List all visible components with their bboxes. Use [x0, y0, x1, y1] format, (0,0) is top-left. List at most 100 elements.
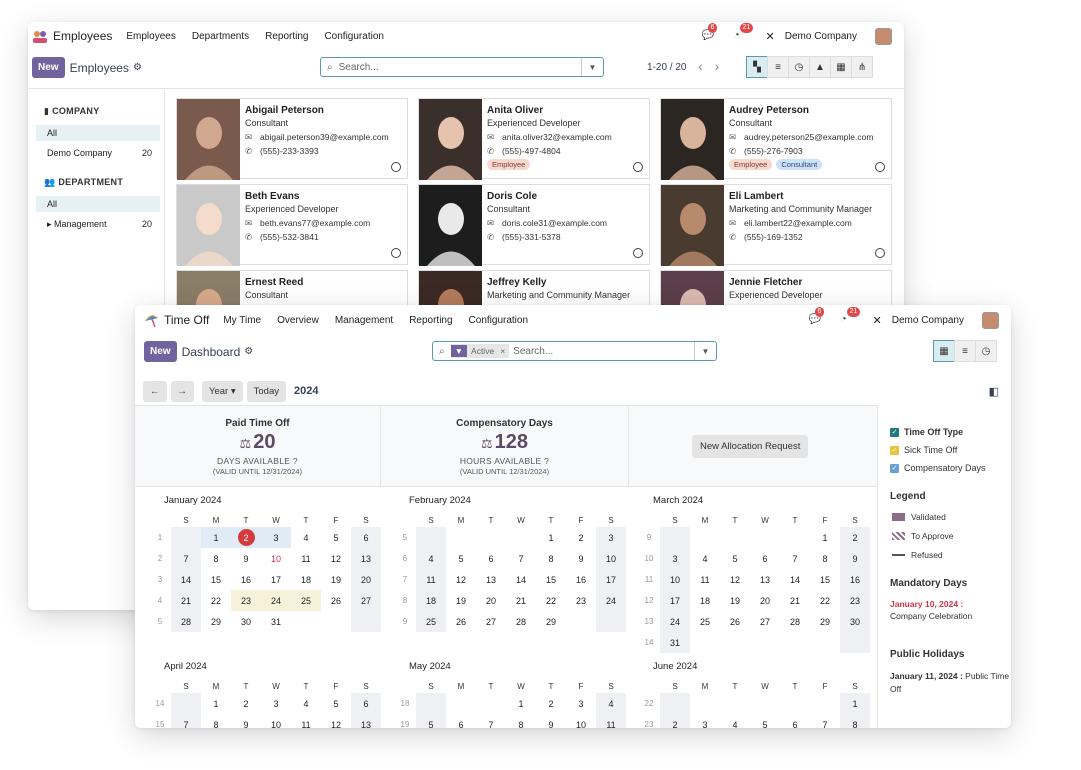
chat-icon[interactable]: 💬 6 [702, 23, 718, 42]
activity-view-icon[interactable]: ◷ [975, 340, 997, 362]
search-input[interactable]: Search... [339, 62, 379, 73]
calendar-day[interactable]: 11 [596, 714, 626, 728]
filter-sick-time-off[interactable]: ✓ Sick Time Off [890, 445, 1011, 455]
calendar-day[interactable]: 19 [720, 590, 750, 611]
calendar-day[interactable]: 13 [476, 569, 506, 590]
employee-email[interactable]: ✉ abigail.peterson39@example.com [245, 132, 389, 143]
calendar-day[interactable]: 26 [446, 611, 476, 632]
calendar-day[interactable]: 7 [506, 548, 536, 569]
calendar-day[interactable]: 24 [660, 611, 690, 632]
kanban-view-icon[interactable]: ▚ [746, 56, 768, 78]
calendar-day[interactable]: 8 [840, 714, 870, 728]
calendar-day[interactable]: 4 [596, 693, 626, 714]
calendar-day[interactable]: 10 [261, 548, 291, 569]
calendar-day[interactable]: 1 [201, 527, 231, 548]
calendar-day[interactable]: 27 [750, 611, 780, 632]
help-icon[interactable]: ? [544, 456, 549, 466]
activity-clock-icon[interactable] [633, 248, 643, 258]
calendar-day[interactable]: 13 [351, 714, 381, 728]
activity-icon[interactable]: ◔ 21 [734, 23, 754, 42]
calendar-day[interactable]: 11 [416, 569, 446, 590]
calendar-day[interactable]: 17 [660, 590, 690, 611]
calendar-day[interactable]: 12 [321, 714, 351, 729]
calendar-day[interactable]: 22 [810, 590, 840, 611]
calendar-day[interactable]: 5 [446, 548, 476, 569]
employee-card[interactable]: Beth Evans Experienced Developer ✉ beth.e… [176, 184, 408, 266]
calendar-day[interactable]: 13 [750, 569, 780, 590]
checkbox-icon[interactable]: ✓ [890, 427, 899, 437]
calendar-day[interactable]: 6 [446, 714, 476, 729]
gear-icon[interactable]: ⚙ [244, 346, 253, 357]
user-avatar[interactable] [982, 311, 999, 329]
calendar-day[interactable]: 1 [506, 693, 536, 714]
calendar-day[interactable]: 8 [506, 714, 536, 729]
calendar-day[interactable]: 5 [416, 714, 446, 728]
calendar-day[interactable]: 15 [201, 569, 231, 590]
activity-clock-icon[interactable] [875, 248, 885, 258]
employee-card[interactable]: Abigail Peterson Consultant ✉ abigail.pet… [176, 98, 408, 180]
activity-clock-icon[interactable] [875, 162, 885, 172]
calendar-day[interactable]: 29 [810, 611, 840, 632]
calendar-day[interactable]: 9 [231, 714, 261, 729]
calendar-day[interactable]: 10 [596, 548, 626, 569]
calendar-day[interactable]: 12 [720, 569, 750, 590]
calendar-day[interactable]: 17 [261, 569, 291, 590]
calendar-day[interactable]: 6 [750, 548, 780, 569]
department-filter-management[interactable]: ▸ Management 20 [36, 216, 160, 233]
activity-clock-icon[interactable] [391, 162, 401, 172]
chat-icon[interactable]: 💬 6 [809, 307, 825, 326]
calendar-day[interactable]: 4 [416, 548, 446, 569]
calendar-day[interactable]: 1 [536, 527, 566, 548]
graph-view-icon[interactable]: ▲ [809, 56, 831, 78]
menu-configuration[interactable]: Configuration [469, 315, 528, 326]
employee-card[interactable]: Anita Oliver Experienced Developer ✉ anit… [418, 98, 650, 180]
calendar-day[interactable]: 31 [660, 632, 690, 653]
calendar-day[interactable]: 8 [536, 548, 566, 569]
calendar-day[interactable]: 26 [321, 590, 351, 611]
calendar-day[interactable]: 6 [780, 714, 810, 729]
search-options-toggle[interactable]: ▼ [694, 342, 716, 360]
active-filter-facet[interactable]: ▼ Active × [450, 344, 510, 358]
calendar-day[interactable]: 3 [690, 714, 720, 729]
employee-card[interactable]: Audrey Peterson Consultant ✉ audrey.peter… [660, 98, 892, 180]
employee-phone[interactable]: ✆ (555)-532-3841 [245, 232, 319, 243]
scale-dropdown[interactable]: Year ▾ [202, 380, 243, 402]
pager-prev-icon[interactable]: ‹ [698, 58, 703, 74]
filter-compensatory-days[interactable]: ✓ Compensatory Days [890, 463, 1011, 473]
calendar-day[interactable]: 17 [596, 569, 626, 590]
calendar-day[interactable]: 9 [566, 548, 596, 569]
company-switcher[interactable]: Demo Company [785, 31, 857, 42]
pager-next-icon[interactable]: › [715, 58, 720, 74]
calendar-day[interactable]: 6 [351, 527, 381, 548]
calendar-day[interactable]: 3 [261, 527, 291, 548]
pivot-view-icon[interactable]: ▦ [830, 56, 852, 78]
company-switcher[interactable]: Demo Company [892, 315, 964, 326]
calendar-day[interactable]: 19 [446, 590, 476, 611]
calendar-day[interactable]: 22 [201, 590, 231, 611]
calendar-day[interactable]: 28 [506, 611, 536, 632]
search-options-toggle[interactable]: ▼ [581, 58, 603, 76]
calendar-day[interactable]: 9 [840, 548, 870, 569]
employee-phone[interactable]: ✆ (555)-233-3393 [245, 146, 319, 157]
calendar-day[interactable]: 8 [201, 714, 231, 729]
calendar-day[interactable]: 25 [291, 590, 321, 611]
calendar-day[interactable]: 3 [566, 693, 596, 714]
company-filter-demo[interactable]: Demo Company 20 [36, 145, 160, 161]
employee-phone[interactable]: ✆ (555)-276-7903 [729, 146, 803, 157]
checkbox-icon[interactable]: ✓ [890, 463, 899, 473]
calendar-day[interactable]: 8 [810, 548, 840, 569]
calendar-day[interactable]: 9 [536, 714, 566, 729]
new-button[interactable]: New [144, 341, 177, 362]
calendar-day[interactable]: 14 [506, 569, 536, 590]
calendar-day[interactable]: 7 [780, 548, 810, 569]
checkbox-icon[interactable]: ✓ [890, 445, 899, 455]
activity-icon[interactable]: ◔ 21 [841, 307, 861, 326]
remove-facet-icon[interactable]: × [500, 346, 505, 356]
menu-reporting[interactable]: Reporting [265, 31, 308, 42]
calendar-day[interactable]: 1 [810, 527, 840, 548]
search-input[interactable]: Search... [513, 346, 553, 357]
prev-arrow-icon[interactable]: ← [143, 380, 167, 402]
calendar-day[interactable]: 24 [261, 590, 291, 611]
calendar-day[interactable]: 11 [291, 548, 321, 569]
hierarchy-view-icon[interactable]: ⋔ [851, 56, 873, 78]
